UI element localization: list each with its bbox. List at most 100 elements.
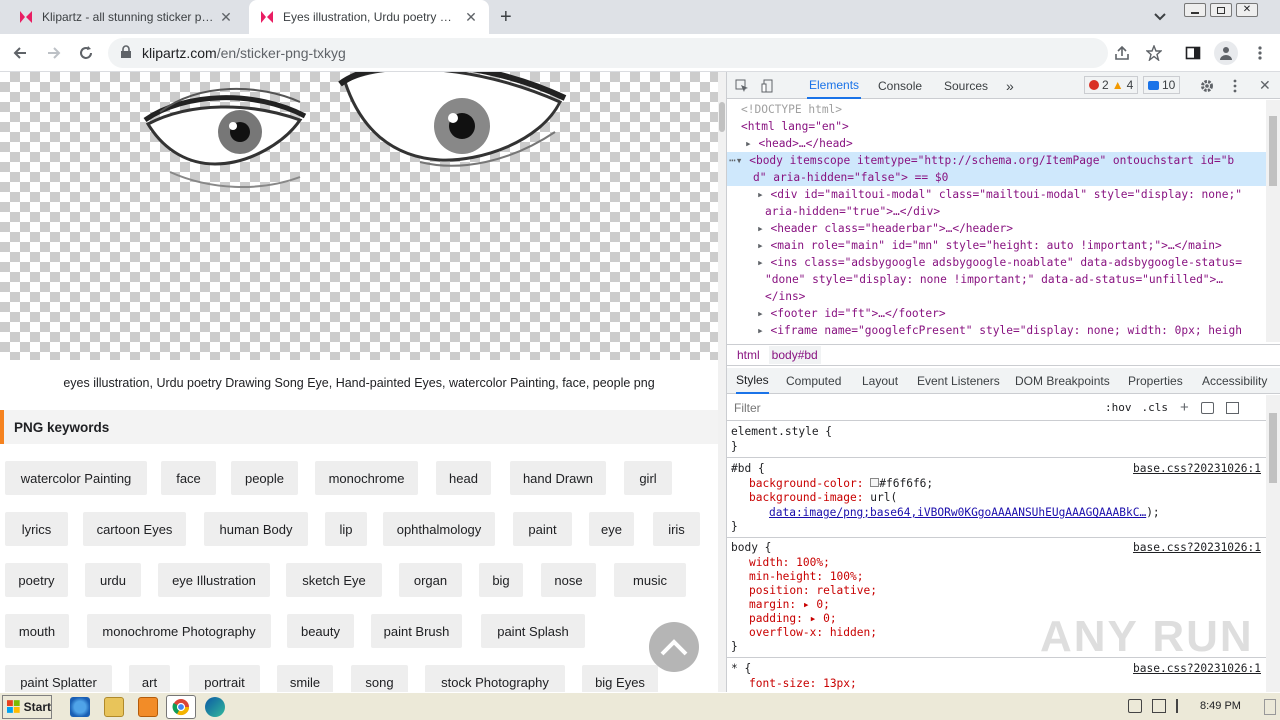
dom-iframe[interactable]: ▸ <iframe name="googlefcPresent" style="…: [757, 322, 1242, 339]
body-rule-source-link[interactable]: base.css?20231026:1: [1133, 541, 1261, 555]
volume-icon[interactable]: [1128, 699, 1142, 713]
styles-filter-input[interactable]: [731, 397, 1097, 418]
dom-div-line1[interactable]: ▸ <div id="mailtoui-modal" class="mailto…: [757, 186, 1242, 203]
tab-klipartz[interactable]: Klipartz - all stunning sticker png imag…: [8, 0, 244, 34]
back-icon[interactable]: [10, 43, 30, 63]
expand-arrow-icon[interactable]: ▸: [757, 256, 770, 269]
tab-eyes-illustration[interactable]: Eyes illustration, Urdu poetry Drawing S…: [249, 0, 489, 34]
scroll-to-top-button[interactable]: [649, 622, 699, 672]
show-desktop-button[interactable]: [1264, 699, 1276, 715]
close-tab-icon[interactable]: ✕: [218, 9, 234, 26]
keyword-link[interactable]: organ: [399, 563, 462, 597]
scrollbar-thumb[interactable]: [719, 102, 725, 132]
color-swatch-icon[interactable]: [870, 478, 880, 487]
tab-console[interactable]: Console: [878, 72, 922, 99]
new-tab-button[interactable]: +: [500, 6, 512, 29]
file-explorer-icon[interactable]: [104, 697, 124, 717]
expand-arrow-icon[interactable]: ▸: [757, 307, 770, 320]
body-prop-padding[interactable]: padding: ▸ 0;: [749, 612, 837, 626]
scrollbar-thumb[interactable]: [1269, 116, 1277, 186]
keyword-link[interactable]: cartoon Eyes: [83, 512, 186, 546]
dom-main[interactable]: ▸ <main role="main" id="mn" style="heigh…: [757, 237, 1222, 254]
media-player-icon[interactable]: [138, 697, 158, 717]
device-toolbar-icon[interactable]: [761, 72, 775, 99]
dom-ins-line1[interactable]: ▸ <ins class="adsbygoogle adsbygoogle-no…: [757, 254, 1242, 271]
body-prop-min-height[interactable]: min-height: 100%;: [749, 570, 864, 584]
body-prop-margin[interactable]: margin: ▸ 0;: [749, 598, 830, 612]
side-panel-icon[interactable]: [1183, 43, 1203, 63]
dom-head[interactable]: ▸ <head>…</head>: [745, 135, 853, 152]
sticker-image[interactable]: [0, 72, 718, 360]
keyword-link[interactable]: paint Splash: [481, 614, 585, 648]
keyword-link[interactable]: paint: [513, 512, 572, 546]
bd-background-image[interactable]: background-image: url(: [749, 491, 897, 505]
subtab-layout[interactable]: Layout: [862, 368, 898, 394]
keyword-link[interactable]: monochrome Photography: [87, 614, 271, 648]
body-prop-width[interactable]: width: 100%;: [749, 556, 830, 570]
keyword-link[interactable]: smile: [277, 665, 333, 692]
chrome-taskbar-button[interactable]: [166, 695, 196, 719]
class-toggle[interactable]: .cls: [1142, 401, 1169, 414]
scrollbar-thumb[interactable]: [1269, 413, 1277, 483]
tab-search-icon[interactable]: [1152, 8, 1168, 27]
bd-rule-source-link[interactable]: base.css?20231026:1: [1133, 462, 1261, 476]
subtab-dom-breakpoints[interactable]: DOM Breakpoints: [1015, 368, 1110, 394]
keyword-link[interactable]: iris: [653, 512, 700, 546]
reload-icon[interactable]: [76, 43, 96, 63]
subtab-styles[interactable]: Styles: [736, 368, 769, 394]
body-prop-overflow-x[interactable]: overflow-x: hidden;: [749, 626, 877, 640]
expand-arrow-icon[interactable]: ▸: [757, 239, 770, 252]
keyword-link[interactable]: monochrome: [315, 461, 418, 495]
dom-body-line1[interactable]: ⋯▾ <body itemscope itemtype="http://sche…: [729, 152, 1234, 169]
subtab-accessibility[interactable]: Accessibility: [1202, 368, 1267, 394]
keyword-link[interactable]: mouth: [5, 614, 69, 648]
bd-data-url[interactable]: data:image/png;base64,iVBORw0KGgoAAAANSU…: [769, 506, 1160, 520]
keyword-link[interactable]: head: [436, 461, 491, 495]
bd-background-color[interactable]: background-color: #f6f6f6;: [749, 477, 933, 491]
profile-avatar[interactable]: [1214, 41, 1238, 65]
dom-footer[interactable]: ▸ <footer id="ft">…</footer>: [757, 305, 946, 322]
keyword-link[interactable]: ophthalmology: [383, 512, 495, 546]
keyword-link[interactable]: urdu: [85, 563, 141, 597]
body-prop-position[interactable]: position: relative;: [749, 584, 877, 598]
keyword-link[interactable]: stock Photography: [425, 665, 565, 692]
menu-kebab-icon[interactable]: [1250, 43, 1270, 63]
rendering-emulation-icon[interactable]: [1200, 401, 1214, 414]
keyword-link[interactable]: lip: [325, 512, 367, 546]
close-devtools-icon[interactable]: ✕: [1259, 72, 1271, 99]
dom-tree[interactable]: <!DOCTYPE html> <html lang="en"> ▸ <head…: [727, 100, 1280, 342]
keyword-link[interactable]: people: [231, 461, 298, 495]
page-scrollbar[interactable]: [718, 72, 726, 692]
keyword-link[interactable]: art: [129, 665, 170, 692]
subtab-computed[interactable]: Computed: [786, 368, 841, 394]
expand-arrow-icon[interactable]: ▸: [757, 188, 770, 201]
forward-icon[interactable]: [44, 43, 64, 63]
keyword-link[interactable]: watercolor Painting: [5, 461, 147, 495]
settings-gear-icon[interactable]: [1200, 72, 1214, 99]
messages-counter[interactable]: 10: [1143, 76, 1181, 94]
breadcrumb-html[interactable]: html: [734, 346, 763, 364]
keyword-link[interactable]: big: [479, 563, 523, 597]
keyword-link[interactable]: portrait: [189, 665, 260, 692]
styles-scrollbar[interactable]: [1266, 395, 1280, 692]
hover-state-toggle[interactable]: :hov: [1105, 401, 1132, 414]
inspect-element-icon[interactable]: [735, 72, 749, 99]
devtools-menu-icon[interactable]: [1233, 72, 1237, 99]
toggle-sidebar-icon[interactable]: [1225, 401, 1239, 414]
star-rule-source-link[interactable]: base.css?20231026:1: [1133, 662, 1261, 676]
tab-elements[interactable]: Elements: [807, 72, 862, 99]
dom-tree-scrollbar[interactable]: [1266, 100, 1280, 342]
collapse-arrow-icon[interactable]: ⋯▾: [729, 154, 749, 167]
network-icon[interactable]: [1152, 699, 1166, 713]
keyword-link[interactable]: nose: [541, 563, 596, 597]
close-tab-icon[interactable]: ✕: [463, 9, 479, 26]
subtab-properties[interactable]: Properties: [1128, 368, 1183, 394]
subtab-event-listeners[interactable]: Event Listeners: [917, 368, 1000, 394]
keyword-link[interactable]: eye: [589, 512, 634, 546]
keyword-link[interactable]: paint Brush: [371, 614, 462, 648]
start-button[interactable]: Start: [2, 695, 52, 719]
keyword-link[interactable]: beauty: [287, 614, 354, 648]
keyword-link[interactable]: human Body: [204, 512, 308, 546]
tab-sources[interactable]: Sources: [944, 72, 988, 99]
issues-counter[interactable]: 2 ▲ 4: [1084, 76, 1139, 94]
